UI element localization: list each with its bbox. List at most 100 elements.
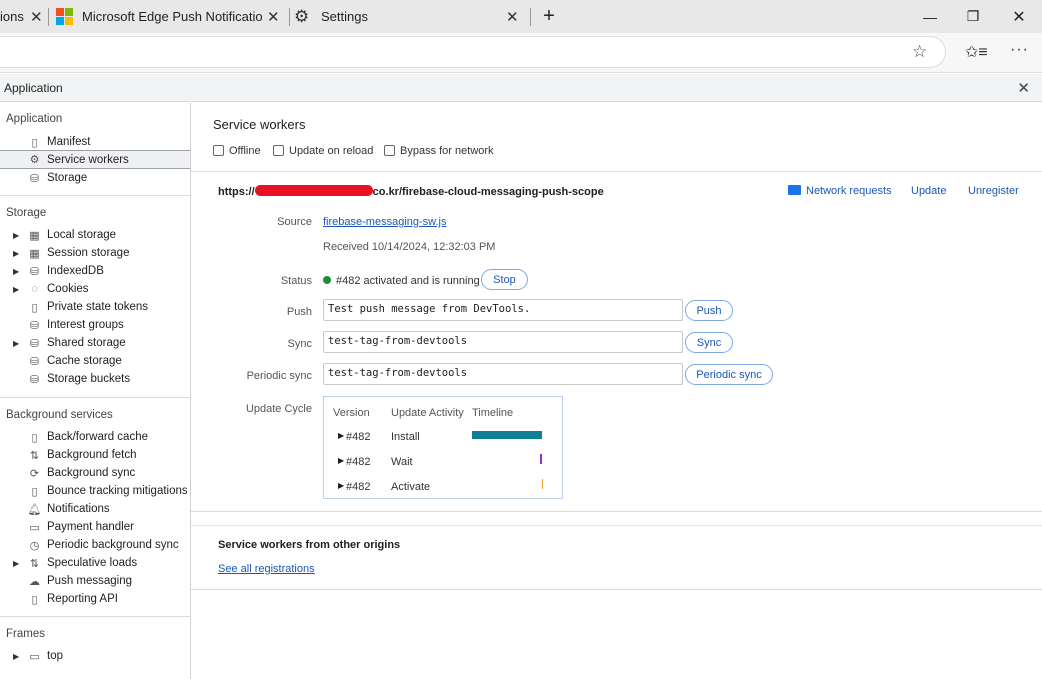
sync-input[interactable]: test-tag-from-devtools (323, 331, 683, 353)
push-button[interactable]: Push (685, 300, 733, 321)
url-input[interactable]: ☆ (0, 36, 946, 68)
sidebar-item-background-sync[interactable]: ⟳ Background sync (0, 464, 190, 482)
sidebar-item-payment-handler[interactable]: ▭ Payment handler (0, 518, 190, 536)
sidebar: Application ▯ Manifest ⚙ Service workers… (0, 103, 191, 679)
tab-push-notifications[interactable]: Microsoft Edge Push Notifications ✕ (49, 0, 289, 33)
table-row[interactable]: ▶ #482 Wait (324, 454, 562, 474)
database-icon: ⛁ (29, 172, 40, 185)
push-input[interactable]: Test push message from DevTools. (323, 299, 683, 321)
restore-button[interactable]: ❐ (958, 0, 988, 33)
close-icon[interactable]: ✕ (30, 8, 43, 26)
sidebar-item-storage-buckets[interactable]: ⛁ Storage buckets (0, 370, 190, 388)
divider (191, 525, 1042, 526)
periodic-sync-button[interactable]: Periodic sync (685, 364, 773, 385)
sync-icon: ⟳ (29, 467, 40, 480)
bell-icon: 🔔︎ (27, 503, 42, 516)
status-text: #482 activated and is running (336, 275, 480, 287)
sidebar-item-cookies[interactable]: ▶ ◌ Cookies (0, 280, 190, 298)
gear-icon: ⚙ (29, 154, 40, 166)
sidebar-item-local-storage[interactable]: ▶ ▦ Local storage (0, 226, 190, 244)
expand-arrow-icon[interactable]: ▶ (338, 481, 344, 490)
section-header-frames: Frames (6, 628, 45, 640)
network-requests-link[interactable]: Network requests (806, 185, 892, 197)
favorites-icon[interactable]: ✩≡ (965, 42, 988, 62)
clock-icon: ◷ (29, 539, 40, 552)
sidebar-item-storage[interactable]: ⛁ Storage (0, 169, 190, 187)
offline-checkbox[interactable] (213, 145, 224, 156)
tab-extensions[interactable]: ions ✕ (0, 0, 48, 33)
close-icon[interactable]: ✕ (1017, 79, 1030, 97)
expand-arrow-icon[interactable]: ▶ (13, 285, 19, 294)
push-label: Push (286, 306, 312, 318)
cloud-icon: ☁ (29, 575, 40, 588)
microsoft-logo-icon (56, 8, 73, 25)
stop-button[interactable]: Stop (481, 269, 528, 290)
sidebar-item-speculative-loads[interactable]: ▶ ⇅ Speculative loads (0, 554, 190, 572)
expand-arrow-icon[interactable]: ▶ (338, 431, 344, 440)
sidebar-item-cache-storage[interactable]: ⛁ Cache storage (0, 352, 190, 370)
update-on-reload-label: Update on reload (289, 145, 374, 157)
grid-icon: ▦ (29, 247, 40, 260)
divider (0, 195, 190, 196)
received-time: Received 10/14/2024, 12:32:03 PM (323, 241, 496, 253)
periodic-sync-input[interactable]: test-tag-from-devtools (323, 363, 683, 385)
favorite-star-icon[interactable]: ☆ (912, 42, 927, 62)
sidebar-item-bounce-tracking[interactable]: ▯ Bounce tracking mitigations (0, 482, 190, 500)
expand-arrow-icon[interactable]: ▶ (13, 249, 19, 258)
minimize-button[interactable]: — (915, 0, 945, 33)
tab-title: Microsoft Edge Push Notifications (82, 9, 262, 24)
sidebar-item-session-storage[interactable]: ▶ ▦ Session storage (0, 244, 190, 262)
sync-label: Sync (287, 338, 312, 350)
sidebar-item-interest-groups[interactable]: ⛁ Interest groups (0, 316, 190, 334)
expand-arrow-icon[interactable]: ▶ (13, 231, 19, 240)
tab-title: Settings (321, 9, 368, 24)
expand-arrow-icon[interactable]: ▶ (13, 559, 19, 568)
see-all-registrations-link[interactable]: See all registrations (218, 563, 315, 575)
expand-arrow-icon[interactable]: ▶ (13, 339, 19, 348)
sidebar-item-background-fetch[interactable]: ⇅ Background fetch (0, 446, 190, 464)
sync-button[interactable]: Sync (685, 332, 733, 353)
section-header-storage: Storage (6, 207, 47, 219)
sidebar-item-push-messaging[interactable]: ☁ Push messaging (0, 572, 190, 590)
unregister-link[interactable]: Unregister (968, 185, 1019, 197)
table-row[interactable]: ▶ #482 Install (324, 429, 562, 449)
sidebar-item-periodic-background-sync[interactable]: ◷ Periodic background sync (0, 536, 190, 554)
new-tab-button[interactable]: + (536, 0, 562, 33)
panel-title: Service workers (213, 117, 306, 132)
file-icon: ▯ (31, 136, 38, 149)
update-on-reload-checkbox[interactable] (273, 145, 284, 156)
database-icon: ⛁ (29, 265, 40, 278)
close-icon[interactable]: ✕ (267, 8, 280, 26)
bypass-for-network-checkbox[interactable] (384, 145, 395, 156)
sidebar-item-notifications[interactable]: 🔔︎ Notifications (0, 500, 190, 518)
other-origins-title: Service workers from other origins (218, 539, 401, 551)
sidebar-item-back-forward-cache[interactable]: ▯ Back/forward cache (0, 428, 190, 446)
sidebar-item-service-workers[interactable]: ⚙ Service workers (0, 150, 190, 169)
close-window-button[interactable]: ✕ (1004, 0, 1034, 33)
expand-arrow-icon[interactable]: ▶ (338, 456, 344, 465)
expand-arrow-icon[interactable]: ▶ (13, 267, 19, 276)
close-icon[interactable]: ✕ (506, 8, 519, 26)
worker-scope: https://co.kr/firebase-cloud-messaging-p… (218, 185, 604, 198)
table-row[interactable]: ▶ #482 Activate (324, 479, 562, 499)
sidebar-item-shared-storage[interactable]: ▶ ⛁ Shared storage (0, 334, 190, 352)
tab-settings[interactable]: ⚙ Settings ✕ (290, 0, 530, 33)
bypass-for-network-label: Bypass for network (400, 145, 494, 157)
more-icon[interactable]: ··· (1010, 41, 1029, 59)
sidebar-item-reporting-api[interactable]: ▯ Reporting API (0, 590, 190, 608)
source-label: Source (277, 216, 312, 228)
sidebar-item-manifest[interactable]: ▯ Manifest (0, 133, 190, 151)
sidebar-item-private-state-tokens[interactable]: ▯ Private state tokens (0, 298, 190, 316)
sidebar-item-frame-top[interactable]: ▶ ▭ top (0, 647, 190, 665)
source-file-link[interactable]: firebase-messaging-sw.js (323, 216, 447, 228)
devtools-title: Application (4, 80, 63, 95)
timeline-bar-install (472, 431, 542, 439)
section-header-background-services: Background services (6, 409, 113, 421)
expand-arrow-icon[interactable]: ▶ (13, 652, 19, 661)
timeline-bar-activate (542, 479, 543, 489)
grid-icon: ▦ (29, 229, 40, 242)
section-header-application: Application (6, 113, 63, 125)
arrows-icon: ⇅ (29, 449, 40, 462)
update-link[interactable]: Update (911, 185, 946, 197)
sidebar-item-indexeddb[interactable]: ▶ ⛁ IndexedDB (0, 262, 190, 280)
